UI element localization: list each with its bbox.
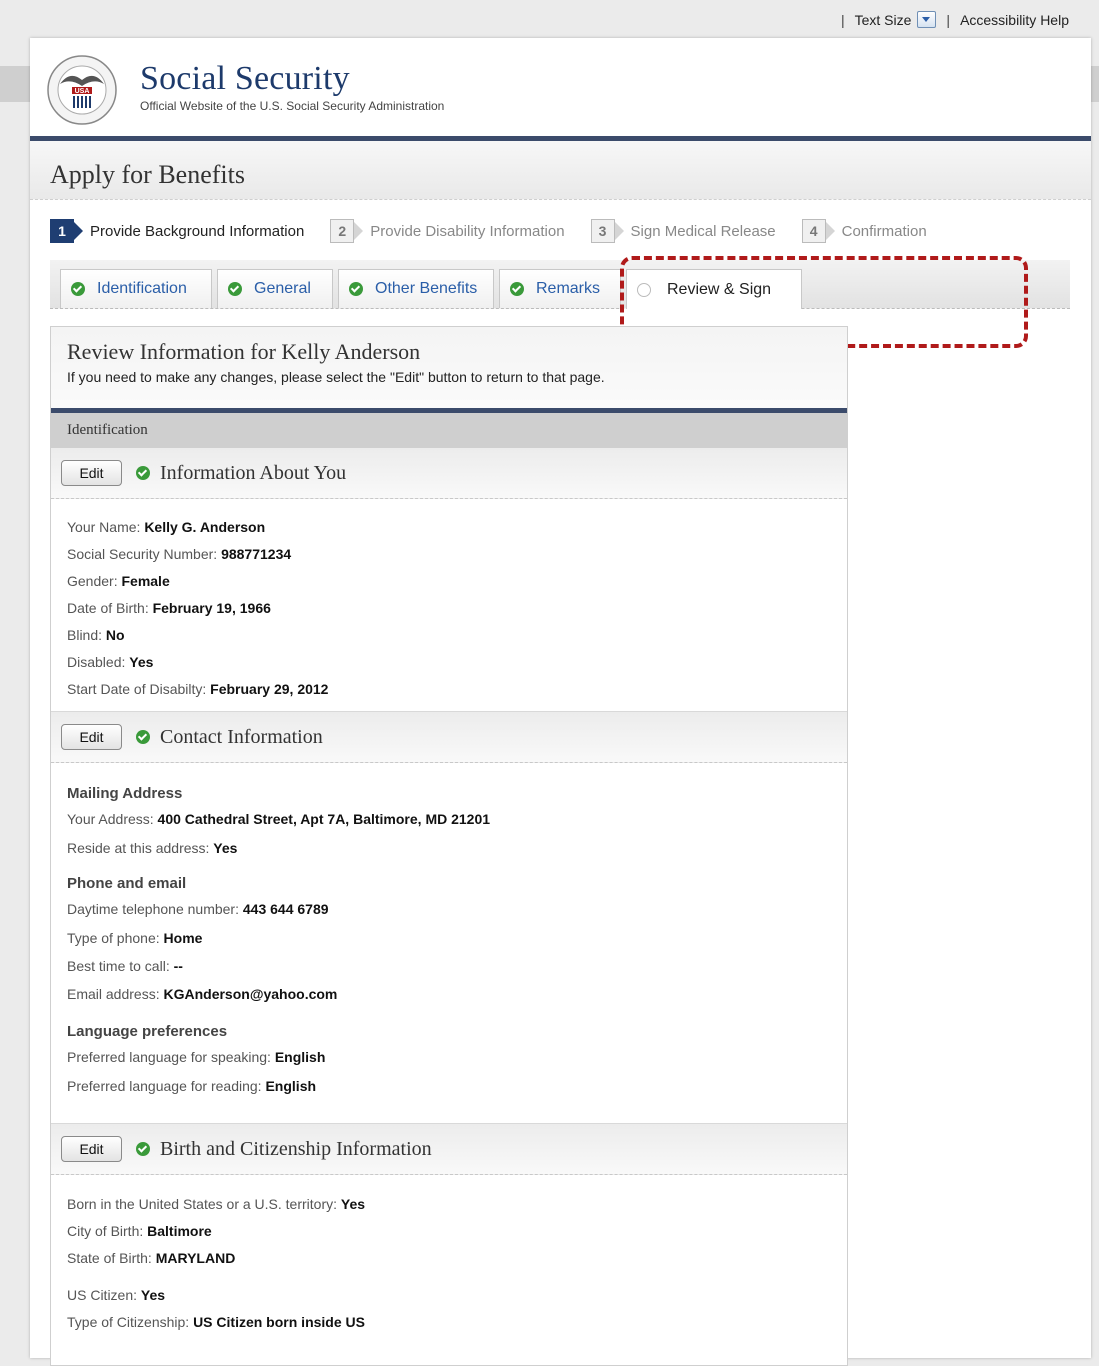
detail-row: Your Name: Kelly G. Anderson	[67, 519, 266, 535]
step-1: 1 Provide Background Information	[50, 219, 304, 243]
step-number: 2	[330, 219, 364, 243]
step-2: 2 Provide Disability Information	[330, 219, 565, 243]
step-number: 3	[590, 219, 624, 243]
section-body-contact: Mailing Address Your Address: 400 Cathed…	[51, 763, 847, 1124]
tab-label: Identification	[97, 280, 187, 297]
tab-general[interactable]: General	[217, 269, 333, 308]
edit-button[interactable]: Edit	[61, 724, 122, 750]
page-shadow-right	[1091, 66, 1099, 102]
accessibility-help-link[interactable]: Accessibility Help	[960, 12, 1069, 28]
tab-other-benefits[interactable]: Other Benefits	[338, 269, 494, 308]
check-icon	[136, 466, 150, 480]
review-description: If you need to make any changes, please …	[67, 369, 605, 385]
step-label: Provide Background Information	[90, 222, 305, 240]
review-title: Review Information for Kelly Anderson	[67, 339, 421, 364]
check-icon	[228, 282, 242, 296]
detail-row: Blind: No	[67, 627, 125, 643]
step-label: Sign Medical Release	[630, 222, 776, 240]
subheading-phone: Phone and email	[67, 875, 187, 892]
tab-label: Remarks	[536, 280, 601, 297]
check-icon	[71, 282, 85, 296]
tab-label: General	[254, 280, 311, 297]
section-title: Contact Information	[160, 725, 323, 748]
utility-bar: | Text Size | Accessibility Help	[839, 11, 1069, 28]
check-icon	[136, 1142, 150, 1156]
step-label: Confirmation	[841, 222, 927, 240]
detail-row: Type of Citizenship: US Citizen born ins…	[67, 1314, 365, 1330]
check-icon	[136, 730, 150, 744]
section-header-birth: Edit Birth and Citizenship Information	[51, 1124, 847, 1175]
detail-row: Date of Birth: February 19, 1966	[67, 600, 271, 616]
step-3: 3 Sign Medical Release	[590, 219, 776, 243]
detail-row: Email address: KGAnderson@yahoo.com	[67, 986, 338, 1002]
detail-row: Born in the United States or a U.S. terr…	[67, 1196, 366, 1212]
site-header: USA Social Security Official Website of …	[30, 38, 1091, 136]
separator: |	[840, 11, 845, 28]
section-header-about-you: Edit Information About You	[51, 448, 847, 499]
page-shadow-left	[0, 66, 30, 102]
separator: |	[946, 11, 951, 28]
page: USA Social Security Official Website of …	[30, 38, 1091, 1366]
step-number: 4	[801, 219, 835, 243]
step-number: 1	[50, 219, 83, 243]
section-body-birth: Born in the United States or a U.S. terr…	[51, 1175, 847, 1346]
section-title: Birth and Citizenship Information	[160, 1137, 432, 1160]
step-label: Provide Disability Information	[370, 222, 565, 240]
check-icon	[349, 282, 363, 296]
svg-text:USA: USA	[75, 88, 90, 95]
detail-row: Best time to call: --	[67, 958, 183, 974]
site-tagline: Official Website of the U.S. Social Secu…	[140, 99, 445, 113]
subheading-language: Language preferences	[67, 1023, 228, 1040]
detail-row: Preferred language for reading: English	[67, 1078, 317, 1094]
page-title: Apply for Benefits	[50, 160, 245, 189]
progress-steps: 1 Provide Background Information 2 Provi…	[50, 217, 953, 245]
check-icon	[510, 282, 524, 296]
review-panel: Review Information for Kelly Anderson If…	[50, 326, 848, 1366]
tab-label: Other Benefits	[375, 280, 478, 297]
tab-remarks[interactable]: Remarks	[499, 269, 621, 308]
review-header: Review Information for Kelly Anderson If…	[51, 327, 847, 413]
ssa-seal-icon: USA	[47, 55, 117, 125]
section-header-contact: Edit Contact Information	[51, 712, 847, 763]
detail-row: Preferred language for speaking: English	[67, 1049, 326, 1065]
section-body-about-you: Your Name: Kelly G. Anderson Social Secu…	[51, 499, 847, 712]
detail-row: Start Date of Disabilty: February 29, 20…	[67, 681, 329, 697]
site-title[interactable]: Social Security	[140, 60, 350, 98]
detail-row: Gender: Female	[67, 573, 170, 589]
text-size-dropdown-icon[interactable]	[917, 11, 937, 28]
detail-row: Reside at this address: Yes	[67, 840, 238, 856]
tab-identification[interactable]: Identification	[60, 269, 212, 308]
text-size-label[interactable]: Text Size	[855, 12, 912, 28]
detail-row: Your Address: 400 Cathedral Street, Apt …	[67, 811, 491, 827]
detail-row: Social Security Number: 988771234	[67, 546, 292, 562]
edit-button[interactable]: Edit	[61, 460, 122, 486]
subheading-mailing: Mailing Address	[67, 785, 183, 802]
detail-row: Type of phone: Home	[67, 930, 203, 946]
detail-row: Daytime telephone number: 443 644 6789	[67, 901, 329, 917]
edit-button[interactable]: Edit	[61, 1136, 122, 1162]
section-title: Information About You	[160, 461, 347, 484]
group-identification: Identification	[51, 413, 847, 448]
step-4: 4 Confirmation	[801, 219, 927, 243]
detail-row: State of Birth: MARYLAND	[67, 1250, 236, 1266]
detail-row: Disabled: Yes	[67, 654, 154, 670]
detail-row: US Citizen: Yes	[67, 1287, 166, 1303]
detail-row: City of Birth: Baltimore	[67, 1223, 212, 1239]
